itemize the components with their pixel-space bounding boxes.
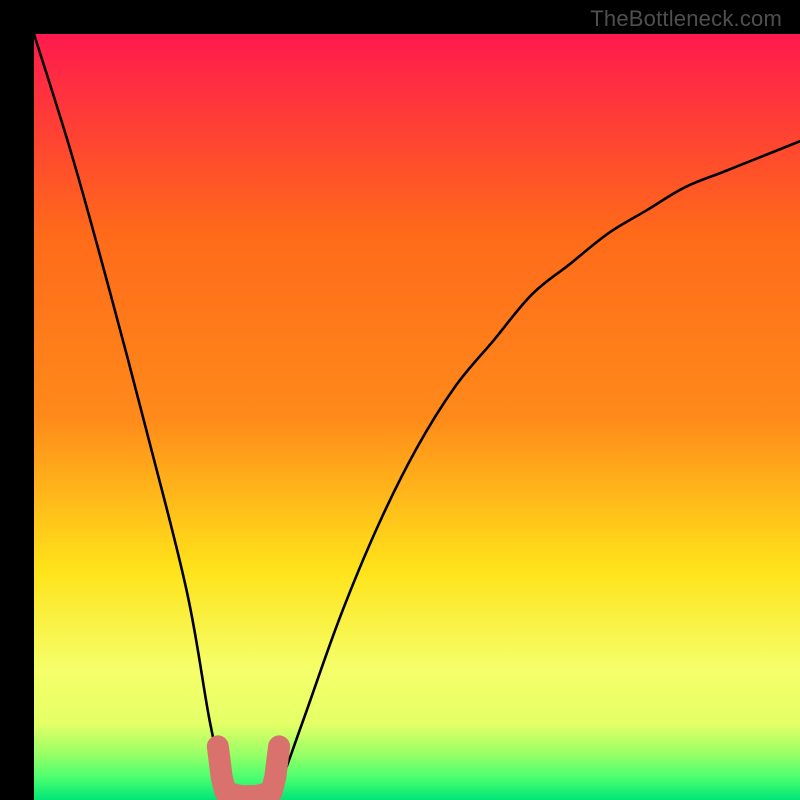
chart-background-gradient: [34, 34, 800, 800]
chart-plot-area: [34, 34, 800, 800]
watermark-text: TheBottleneck.com: [590, 6, 782, 32]
chart-svg: [34, 34, 800, 800]
